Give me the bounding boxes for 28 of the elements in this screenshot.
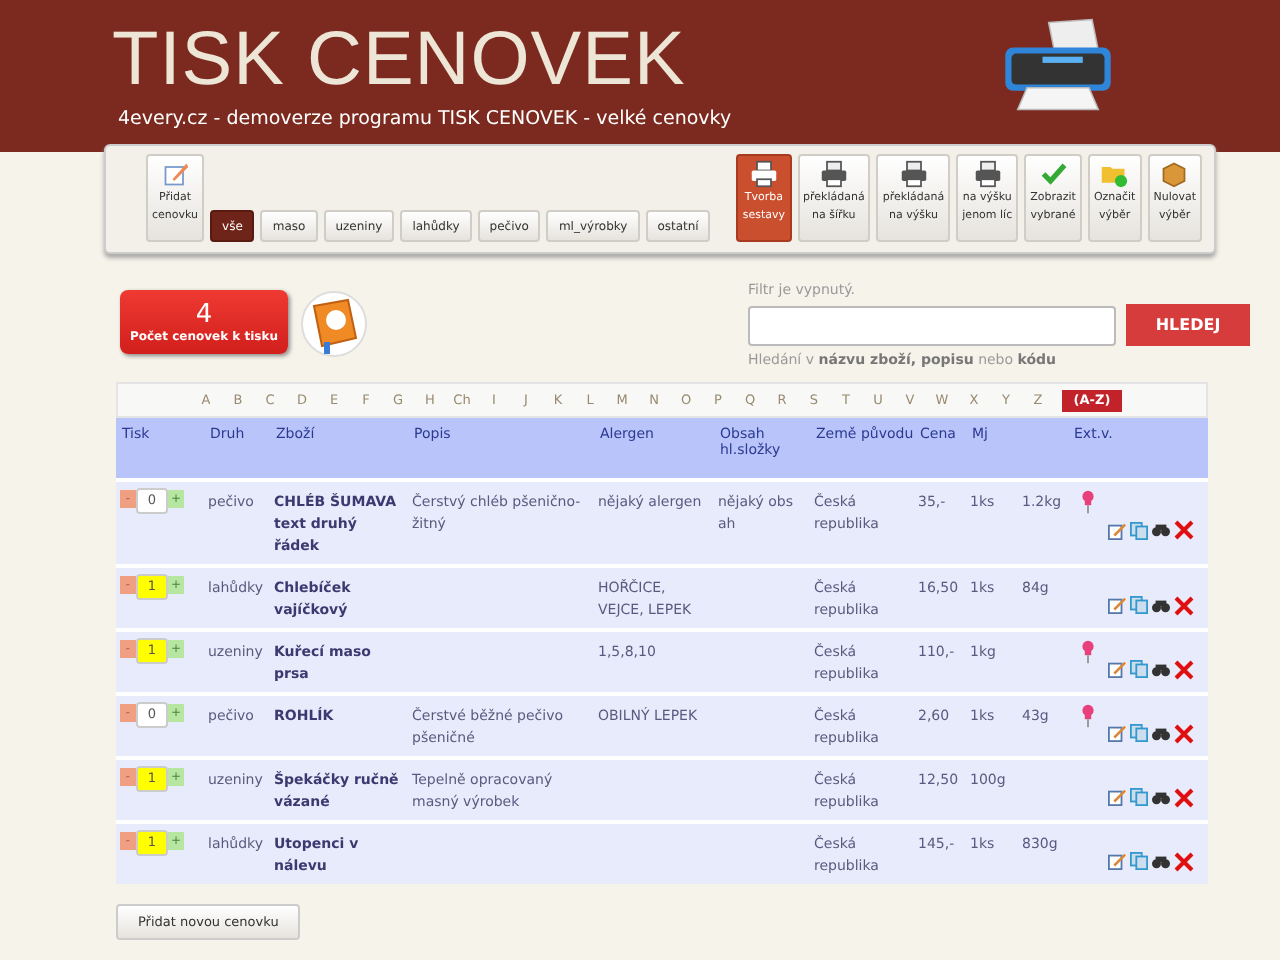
binoculars-icon[interactable] bbox=[1152, 522, 1170, 538]
delete-icon[interactable] bbox=[1174, 595, 1194, 615]
search-button[interactable]: HLEDEJ bbox=[1126, 304, 1250, 346]
printer-icon bbox=[973, 160, 1002, 188]
printer-icon bbox=[899, 160, 928, 188]
binoculars-icon[interactable] bbox=[1152, 853, 1170, 869]
delete-icon[interactable] bbox=[1174, 851, 1194, 871]
edit-icon[interactable] bbox=[1108, 660, 1126, 678]
search-field[interactable] bbox=[748, 305, 1116, 345]
binoculars-icon[interactable] bbox=[1152, 789, 1170, 805]
edit-icon[interactable] bbox=[1108, 596, 1126, 614]
binoculars-icon[interactable] bbox=[1152, 597, 1170, 613]
printer-icon bbox=[819, 160, 848, 188]
delete-icon[interactable] bbox=[1174, 723, 1194, 743]
edit-icon[interactable] bbox=[1108, 521, 1126, 539]
edit-icon[interactable] bbox=[1108, 788, 1126, 806]
edit-icon[interactable] bbox=[1108, 724, 1126, 742]
delete-icon[interactable] bbox=[1174, 787, 1194, 807]
app-title: TISK CENOVEK bbox=[112, 20, 688, 100]
printer-icon bbox=[749, 160, 778, 188]
binoculars-icon[interactable] bbox=[1152, 725, 1170, 741]
binoculars-icon[interactable] bbox=[1152, 661, 1170, 677]
delete-icon[interactable] bbox=[1174, 520, 1194, 540]
delete-icon[interactable] bbox=[1174, 659, 1194, 679]
checkmark-icon bbox=[1039, 160, 1068, 188]
edit-icon bbox=[161, 160, 189, 188]
subtitle: 4every.cz - demoverze programu TISK CENOVEK - velké cenovky bbox=[116, 108, 732, 130]
edit-icon[interactable] bbox=[1108, 852, 1126, 870]
